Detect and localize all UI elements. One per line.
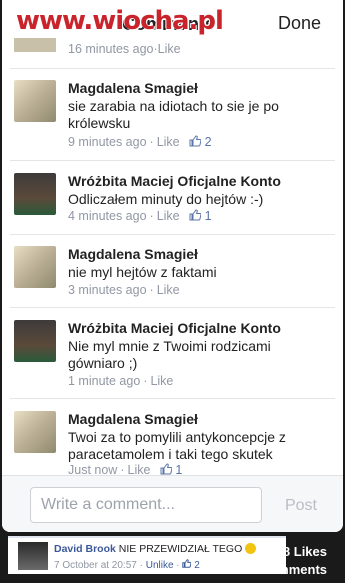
comment-item: Magdalena Smagieł Twoi za to pomylili an… — [14, 411, 334, 483]
girl-avatar[interactable] — [14, 80, 56, 122]
divider — [10, 160, 335, 161]
comment-meta: 16 minutes ago·Like — [68, 42, 181, 56]
comment-item: Wróżbita Maciej Oficjalne Konto Nie myl … — [14, 320, 334, 392]
avatar[interactable] — [18, 542, 48, 570]
like-link[interactable]: Like — [158, 42, 181, 56]
comment-meta: 3 minutes ago · Like — [68, 283, 180, 297]
post-likes-count[interactable]: 8 Likes — [283, 544, 327, 559]
notification-text: David Brook NIE PRZEWIDZIAŁ TEGO — [54, 543, 257, 555]
comment-meta: 1 minute ago · Like — [68, 374, 174, 388]
like-count[interactable]: 1 — [189, 209, 212, 223]
like-link[interactable]: Like — [157, 283, 180, 297]
thumbs-up-icon — [189, 135, 202, 147]
comment-text: sie zarabia na idiotach to sie je po kró… — [68, 98, 279, 131]
post-button[interactable]: Post — [285, 497, 317, 515]
comment-meta: 4 minutes ago · Like 1 — [68, 209, 212, 223]
divider — [10, 68, 335, 69]
notification-meta: 7 October at 20:57 · Unlike · 2 — [54, 559, 200, 571]
comment-time: 9 minutes ago — [68, 135, 147, 149]
comment-item: Wróżbita Maciej Oficjalne Konto Odliczał… — [14, 173, 334, 229]
like-link[interactable]: Like — [157, 135, 180, 149]
comment-author[interactable]: Magdalena Smagieł — [68, 411, 198, 427]
comment-author[interactable]: Wróżbita Maciej Oficjalne Konto — [68, 173, 281, 189]
comment-time: 3 minutes ago — [68, 283, 147, 297]
comment-text: Odliczałem minuty do hejtów :-) — [68, 191, 264, 207]
smiley-icon — [245, 543, 257, 554]
comment-time: 1 minute ago — [68, 374, 141, 388]
like-link[interactable]: Like — [150, 374, 173, 388]
like-count[interactable]: 2 — [182, 559, 200, 571]
comment-input[interactable] — [30, 487, 262, 523]
thumbs-up-icon — [160, 463, 172, 475]
girl-avatar[interactable] — [14, 246, 56, 288]
comment-text: Nie myl mnie z Twoimi rodzicami gówniaro… — [68, 338, 271, 371]
like-count[interactable]: 2 — [189, 135, 212, 149]
unlike-link[interactable]: Unlike — [146, 560, 174, 571]
girl-avatar[interactable] — [14, 411, 56, 453]
comments-panel: Comments www.wiocha.pl Done 16 minutes a… — [2, 0, 343, 532]
comment-text: Twoi za to pomylili antykoncepcje z para… — [68, 429, 286, 462]
previous-comment: 16 minutes ago·Like — [14, 38, 334, 60]
comment-meta: 9 minutes ago · Like 2 — [68, 135, 212, 149]
avatar[interactable] — [14, 38, 56, 52]
notification-toast[interactable]: David Brook NIE PRZEWIDZIAŁ TEGO 7 Octob… — [8, 536, 286, 574]
comment-composer: Post — [2, 475, 343, 532]
divider — [10, 234, 335, 235]
comment-time: 4 minutes ago — [68, 209, 147, 223]
man-avatar[interactable] — [14, 320, 56, 362]
comment-text: nie myl hejtów z faktami — [68, 264, 217, 280]
divider — [10, 398, 335, 399]
like-link[interactable]: Like — [157, 209, 180, 223]
divider — [10, 307, 335, 308]
done-button[interactable]: Done — [278, 13, 321, 34]
comment-author[interactable]: Magdalena Smagieł — [68, 80, 198, 96]
comment-item: Magdalena Smagieł nie myl hejtów z fakta… — [14, 246, 334, 302]
thumbs-up-icon — [189, 209, 202, 221]
comment-author[interactable]: Wróżbita Maciej Oficjalne Konto — [68, 320, 281, 336]
watermark-logo: www.wiocha.pl — [16, 6, 224, 36]
notification-author[interactable]: David Brook — [54, 543, 116, 555]
comment-author[interactable]: Magdalena Smagieł — [68, 246, 198, 262]
comment-item: Magdalena Smagieł sie zarabia na idiotac… — [14, 80, 334, 152]
man-avatar[interactable] — [14, 173, 56, 215]
thumbs-up-icon — [182, 559, 192, 568]
